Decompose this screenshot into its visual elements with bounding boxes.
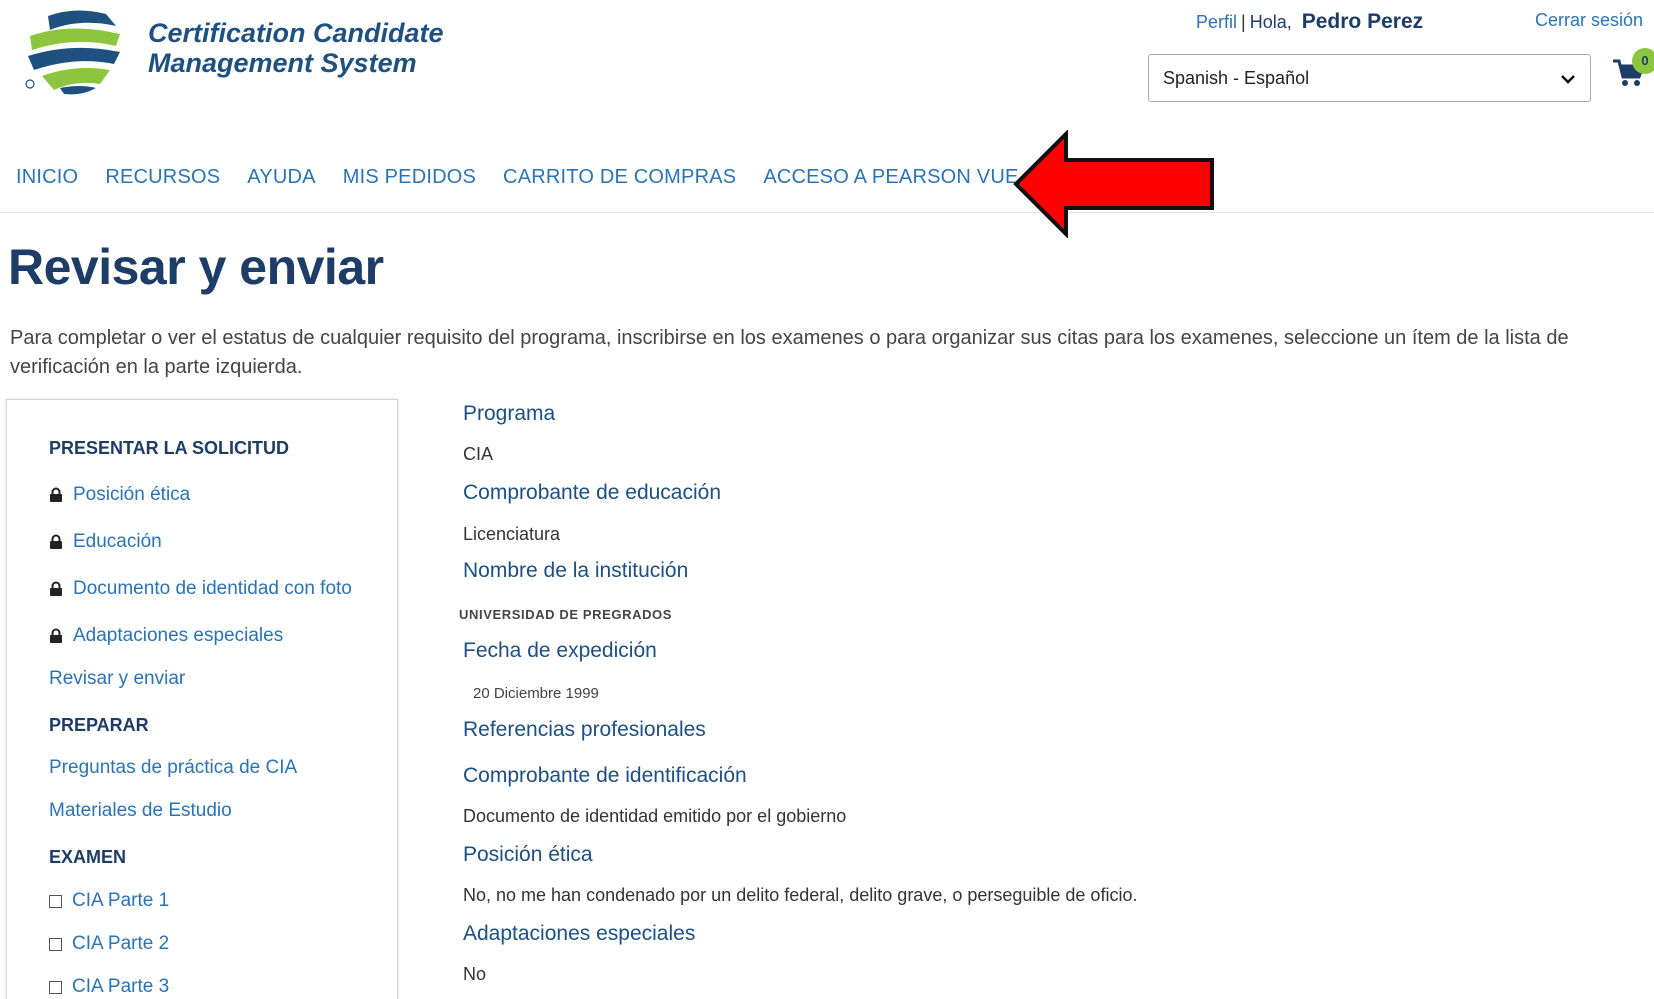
nav-recursos[interactable]: RECURSOS: [105, 166, 220, 189]
accommodations-value: No: [463, 964, 487, 984]
issue-date-value: 20 Diciembre 1999: [473, 685, 599, 702]
checkbox-icon[interactable]: [49, 980, 62, 994]
accommodations-label: Adaptaciones especiales: [463, 922, 696, 945]
lock-icon: [50, 534, 62, 549]
sidebar-item-accommodations[interactable]: Adaptaciones especiales: [49, 625, 283, 647]
nav-inicio[interactable]: INICIO: [16, 166, 78, 189]
sidebar-item-practice-questions[interactable]: Preguntas de práctica de CIA: [49, 757, 297, 779]
references-label: Referencias profesionales: [463, 718, 706, 741]
main-nav: INICIO RECURSOS AYUDA MIS PEDIDOS CARRIT…: [16, 166, 1046, 189]
program-label: Programa: [463, 402, 556, 425]
nav-ayuda[interactable]: AYUDA: [247, 166, 315, 189]
nav-divider: [0, 212, 1654, 213]
sidebar-item-label: Educación: [73, 531, 162, 552]
chevron-down-icon: [1561, 75, 1575, 84]
sidebar-item-label: Posición ética: [73, 484, 191, 505]
language-select[interactable]: Spanish - Español: [1148, 54, 1591, 102]
program-value: CIA: [463, 444, 494, 464]
sidebar-item-ethics[interactable]: Posición ética: [49, 484, 190, 506]
checkbox-icon[interactable]: [49, 894, 62, 908]
user-bar: Perfil | Hola, Pedro Perez: [1196, 10, 1423, 34]
sidebar-item-label: Adaptaciones especiales: [73, 625, 284, 646]
lock-icon: [50, 581, 62, 596]
greeting: Hola,: [1249, 12, 1292, 32]
logo-line-1: Certification Candidate: [148, 18, 444, 48]
sidebar-item-label: CIA Parte 1: [72, 890, 170, 911]
section-apply-heading: PRESENTAR LA SOLICITUD: [49, 438, 290, 458]
institution-value: UNIVERSIDAD DE PREGRADOS: [459, 607, 673, 622]
nav-pearson-vue[interactable]: ACCESO A PEARSON VUE: [763, 166, 1018, 189]
intro-text: Para completar o ver el estatus de cualq…: [10, 327, 1569, 378]
section-exam-heading: EXAMEN: [49, 847, 127, 867]
sidebar-item-study-materials[interactable]: Materiales de Estudio: [49, 800, 232, 822]
education-value: Licenciatura: [463, 524, 561, 544]
red-arrow-icon: [1013, 130, 1214, 238]
sidebar-item-label: Documento de identidad con foto: [73, 578, 352, 599]
sidebar-item-label: CIA Parte 2: [72, 933, 170, 954]
sidebar-item-education[interactable]: Educación: [49, 531, 162, 553]
language-selected-value: Spanish - Español: [1163, 68, 1310, 88]
sidebar-item-review[interactable]: Revisar y enviar: [49, 668, 185, 690]
nav-mis-pedidos[interactable]: MIS PEDIDOS: [343, 166, 476, 189]
sidebar-item-cia-part-3[interactable]: CIA Parte 3: [49, 976, 169, 998]
profile-link[interactable]: Perfil: [1196, 12, 1237, 32]
cart-count-badge: 0: [1632, 48, 1654, 74]
ethics-label: Posición ética: [463, 843, 593, 866]
logo-text: Certification Candidate Management Syste…: [148, 18, 444, 78]
checklist-sidebar: PRESENTAR LA SOLICITUD Posición ética Ed…: [6, 399, 398, 999]
section-prepare-heading: PREPARAR: [49, 715, 149, 735]
page-title: Revisar y enviar: [8, 239, 384, 295]
ethics-value: No, no me han condenado por un delito fe…: [463, 885, 1138, 905]
lock-icon: [50, 487, 62, 502]
logout-link[interactable]: Cerrar sesión: [1535, 10, 1643, 31]
checkbox-icon[interactable]: [49, 937, 62, 951]
user-name: Pedro Perez: [1301, 10, 1424, 33]
globe-logo-icon: [25, 10, 120, 95]
nav-carrito[interactable]: CARRITO DE COMPRAS: [503, 166, 736, 189]
separator: |: [1241, 12, 1246, 32]
logo[interactable]: Certification Candidate Management Syste…: [20, 4, 460, 96]
institution-label: Nombre de la institución: [463, 559, 689, 582]
issue-date-label: Fecha de expedición: [463, 639, 657, 662]
education-label: Comprobante de educación: [463, 481, 722, 504]
sidebar-item-cia-part-2[interactable]: CIA Parte 2: [49, 933, 169, 955]
sidebar-item-photo-id[interactable]: Documento de identidad con foto: [49, 578, 352, 600]
sidebar-item-cia-part-1[interactable]: CIA Parte 1: [49, 890, 169, 912]
sidebar-item-label: CIA Parte 3: [72, 976, 170, 997]
lock-icon: [50, 628, 62, 643]
logo-line-2: Management System: [148, 48, 417, 78]
id-proof-value: Documento de identidad emitido por el go…: [463, 806, 847, 826]
id-proof-label: Comprobante de identificación: [463, 764, 747, 787]
